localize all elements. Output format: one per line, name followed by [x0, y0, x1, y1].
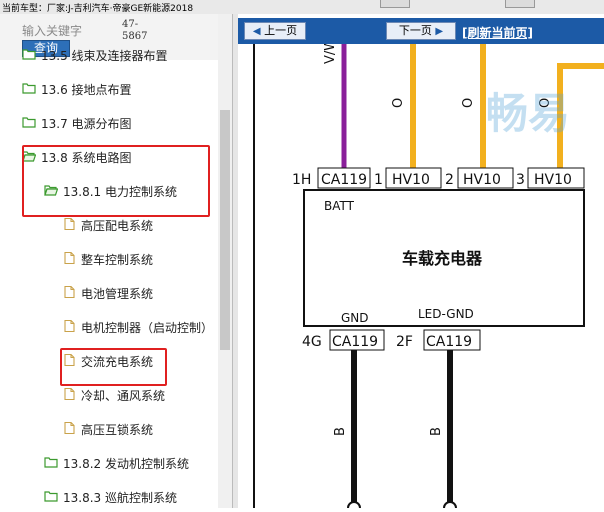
folder-icon	[22, 116, 36, 128]
tree-item-label: 高压互锁系统	[81, 423, 154, 437]
pin-number: 2F	[396, 334, 413, 350]
pin-number: 4G	[302, 334, 322, 350]
ground-splice	[347, 501, 361, 512]
tree-item-label: 整车控制系统	[81, 253, 154, 267]
pin-number: 1H	[292, 172, 311, 188]
watermark-text: 畅易	[486, 89, 571, 138]
connector-name: CA119	[426, 334, 472, 350]
tree-item-label: 13.6 接地点布置	[41, 83, 132, 97]
search-input[interactable]	[22, 22, 118, 40]
document-icon	[62, 217, 76, 231]
tree-item-label: 13.8.3 巡航控制系统	[63, 491, 177, 505]
document-icon	[62, 421, 76, 435]
document-icon	[62, 387, 76, 401]
document-icon	[62, 251, 76, 265]
connector-name: HV10	[463, 172, 501, 188]
document-icon	[62, 319, 76, 333]
wire-label-o: O	[391, 98, 406, 108]
tree-item-label: 电机控制器（启动控制）	[81, 321, 214, 335]
tree-item-label: 电池管理系统	[81, 287, 154, 301]
batt-label: BATT	[324, 199, 355, 213]
arrow-right-icon: ▶	[435, 26, 444, 37]
top-title-bar: 当前车型：厂家:J-吉利汽车·帝豪GE新能源2018	[0, 0, 604, 14]
toolbar-button[interactable]	[380, 0, 410, 8]
gnd-label: GND	[341, 311, 369, 325]
tree-item-label: 13.5 线束及连接器布置	[41, 49, 168, 63]
folder-icon	[22, 82, 36, 94]
search-hint: 47- 5867	[122, 19, 148, 42]
component-name: 车载充电器	[402, 249, 483, 268]
folder-icon	[22, 48, 36, 60]
toolbar-button[interactable]	[505, 0, 535, 8]
connector-name: HV10	[392, 172, 430, 188]
connector-name: HV10	[534, 172, 572, 188]
tree-item-label: 13.8.2 发动机控制系统	[63, 457, 189, 471]
wire-label-o: O	[461, 98, 476, 108]
wire-label-b: B	[333, 427, 348, 436]
refresh-page-link[interactable]: [刷新当前页]	[462, 24, 533, 41]
led-gnd-label: LED-GND	[418, 307, 474, 321]
pin-number: 1	[374, 172, 383, 188]
tree-pane: 查询 47- 5867 13.5 线束及连接器布置13.6 接地点布置13.7 …	[0, 14, 232, 508]
top-connector-pins: 1H CA119 1 HV10 2 HV10 3 HV10	[292, 167, 585, 189]
tree-scroll-thumb[interactable]	[220, 110, 230, 350]
connector-name: CA119	[321, 172, 367, 188]
highlight-box-ac-charging	[60, 348, 167, 386]
arrow-left-icon: ◀	[252, 26, 261, 37]
tree-item-label: 冷却、通风系统	[81, 389, 166, 403]
tree-item-label: 高压配电系统	[81, 219, 154, 233]
folder-icon	[44, 490, 58, 502]
next-page-label: 下一页	[398, 24, 432, 37]
bottom-connector-pins: 4G CA119 2F CA119	[302, 329, 481, 351]
prev-page-button[interactable]: ◀ 上一页	[244, 22, 306, 40]
connector-name: CA119	[332, 334, 378, 350]
next-page-button[interactable]: 下一页 ▶	[386, 22, 456, 40]
wire-label-b: B	[429, 427, 444, 436]
ground-splice	[443, 501, 457, 512]
pin-number: 2	[445, 172, 454, 188]
folder-icon	[44, 456, 58, 468]
wire-label-vw: V/W	[323, 44, 338, 64]
highlight-box-system-diagram	[22, 145, 210, 217]
tree-item-label: 13.7 电源分布图	[41, 117, 132, 131]
pin-number: 3	[516, 172, 525, 188]
document-icon	[62, 285, 76, 299]
prev-page-label: 上一页	[264, 24, 298, 37]
vehicle-model-title: 当前车型：厂家:J-吉利汽车·帝豪GE新能源2018	[2, 4, 194, 14]
